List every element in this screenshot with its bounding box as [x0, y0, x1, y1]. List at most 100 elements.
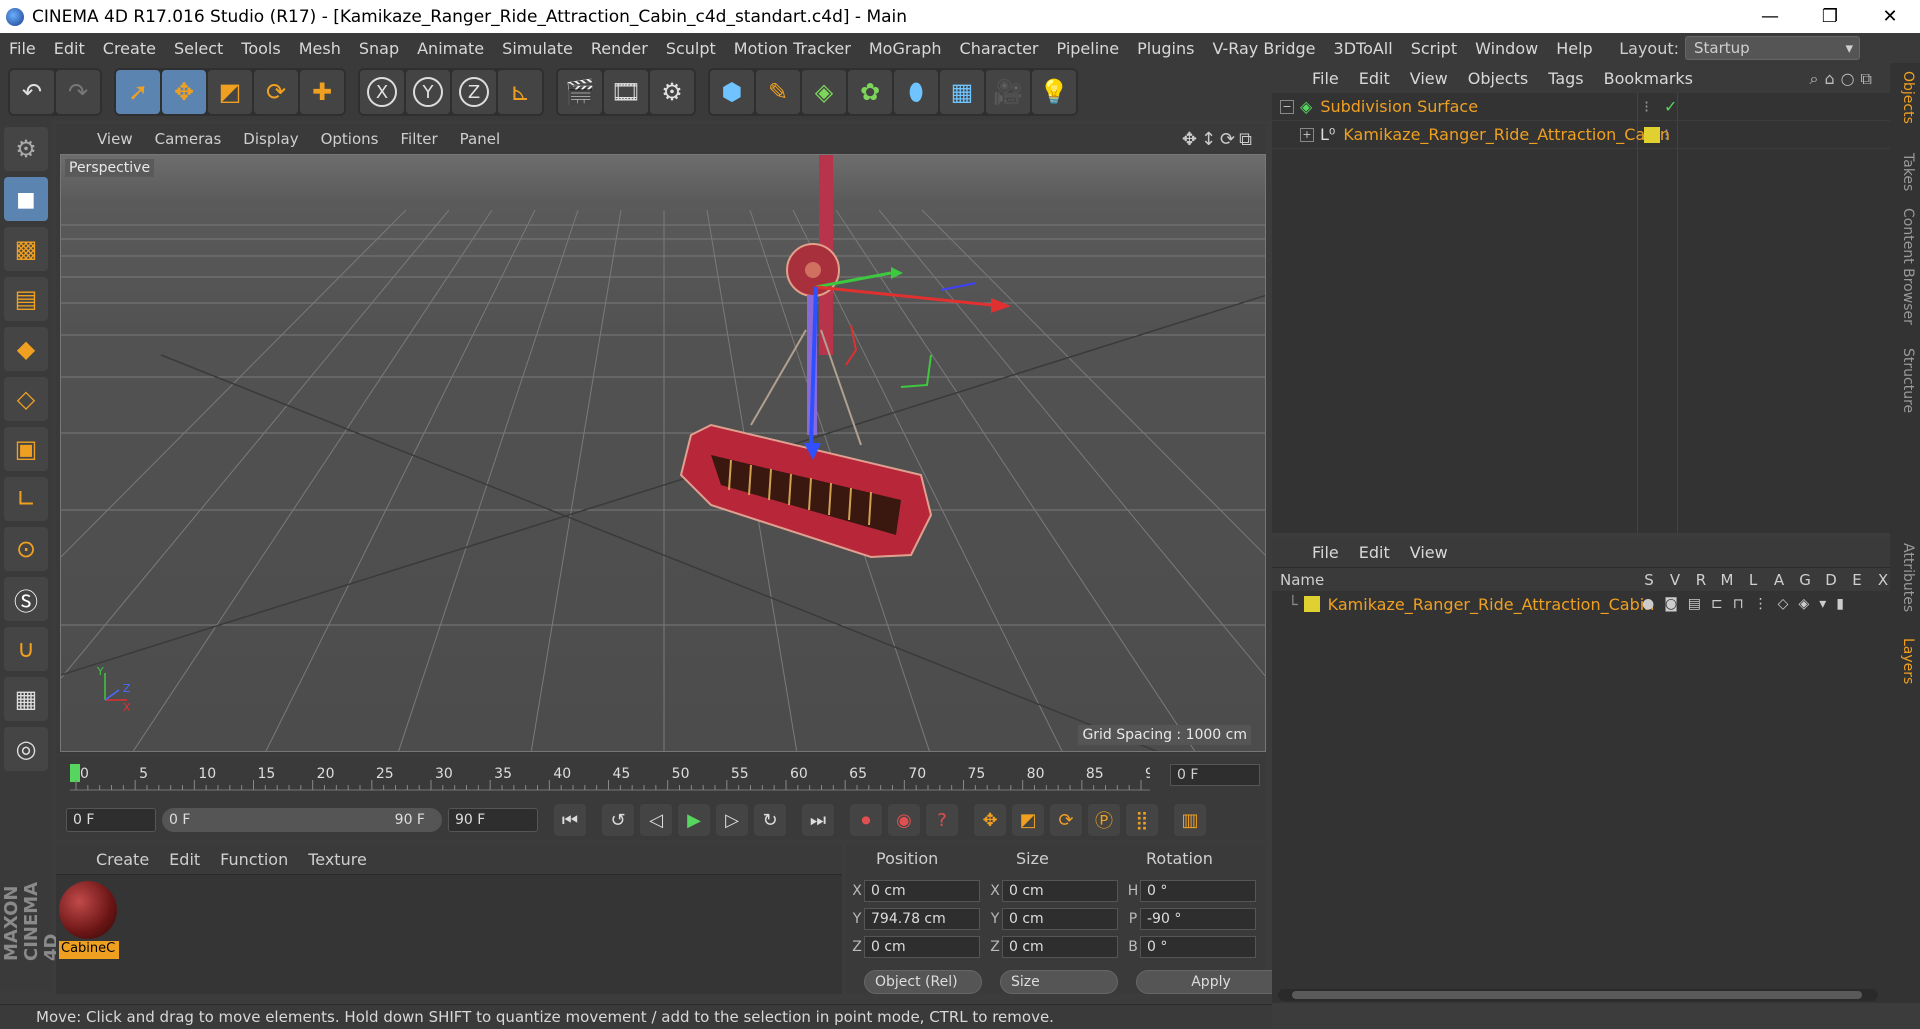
menu-file[interactable]: File: [0, 39, 45, 58]
layer-color-tag[interactable]: [1644, 126, 1660, 143]
menu-window[interactable]: Window: [1466, 39, 1547, 58]
viewport-menu-cameras[interactable]: Cameras: [144, 130, 233, 148]
coordinate-mode-dropdown[interactable]: Object (Rel): [864, 970, 982, 994]
current-frame-field[interactable]: 0 F: [1170, 764, 1260, 786]
object-row-cabin[interactable]: + L⁰ Kamikaze_Ranger_Ride_Attraction_Cab…: [1272, 121, 1890, 149]
object-row-subdivision[interactable]: − ◈ Subdivision Surface ⁝ ✓: [1272, 93, 1890, 121]
viewport-menu-panel[interactable]: Panel: [449, 130, 511, 148]
tab-objects[interactable]: Objects: [1894, 71, 1916, 124]
render-picture-viewer-icon[interactable]: 🎞: [604, 70, 648, 114]
menu-script[interactable]: Script: [1402, 39, 1466, 58]
axis-z-lock[interactable]: Z: [452, 70, 496, 114]
render-view-icon[interactable]: 🎬: [558, 70, 602, 114]
material-swatch[interactable]: CabineC: [59, 881, 119, 959]
rot-b-field[interactable]: 0 °: [1140, 936, 1256, 958]
frame-range-slider[interactable]: 0 F 90 F: [162, 808, 442, 832]
viewport-nav-icons[interactable]: ✥↕⟳⧉: [1182, 129, 1256, 150]
next-frame-button[interactable]: ▷: [716, 804, 748, 836]
tab-layers[interactable]: Layers: [1894, 638, 1916, 684]
menu-render[interactable]: Render: [582, 39, 657, 58]
autokeying-button[interactable]: ◉: [888, 804, 920, 836]
start-frame-field[interactable]: 0 F: [66, 808, 156, 832]
material-menu-create[interactable]: Create: [86, 850, 159, 869]
lm-menu-view[interactable]: View: [1400, 543, 1458, 562]
menu-plugins[interactable]: Plugins: [1128, 39, 1203, 58]
menu-3dtoall[interactable]: 3DToAll: [1325, 39, 1402, 58]
om-menu-bookmarks[interactable]: Bookmarks: [1594, 69, 1703, 88]
visibility-dots-icon[interactable]: ⁝: [1644, 97, 1649, 116]
pos-y-field[interactable]: 794.78 cm: [864, 908, 980, 930]
previous-frame-button[interactable]: ◁: [640, 804, 672, 836]
size-y-field[interactable]: 0 cm: [1002, 908, 1118, 930]
menu-character[interactable]: Character: [951, 39, 1048, 58]
previous-key-button[interactable]: ↺: [602, 804, 634, 836]
playhead[interactable]: [70, 764, 80, 782]
om-menu-objects[interactable]: Objects: [1458, 69, 1538, 88]
layer-row[interactable]: └ Kamikaze_Ranger_Ride_Attraction_Cabin …: [1272, 591, 1890, 617]
material-menu-function[interactable]: Function: [210, 850, 298, 869]
om-toolbar-icons[interactable]: ⌕⌂○⧉: [1809, 69, 1878, 89]
make-editable-icon[interactable]: ⚙: [4, 127, 48, 171]
coordinate-system-icon[interactable]: ⊾: [498, 70, 542, 114]
viewport-menu-options[interactable]: Options: [310, 130, 390, 148]
viewport-menu-view[interactable]: View: [86, 130, 144, 148]
menu-simulate[interactable]: Simulate: [493, 39, 582, 58]
material-menu-texture[interactable]: Texture: [298, 850, 377, 869]
cube-icon[interactable]: ⬢: [710, 70, 754, 114]
enabled-check-icon[interactable]: ✓: [1664, 97, 1677, 116]
play-button[interactable]: ▶: [678, 804, 710, 836]
expand-icon[interactable]: +: [1300, 127, 1314, 142]
rot-h-field[interactable]: 0 °: [1140, 880, 1256, 902]
size-x-field[interactable]: 0 cm: [1002, 880, 1118, 902]
col-generators[interactable]: G: [1792, 571, 1818, 589]
size-z-field[interactable]: 0 cm: [1002, 936, 1118, 958]
select-arrow-icon[interactable]: ➚: [116, 70, 160, 114]
menu-motion-tracker[interactable]: Motion Tracker: [725, 39, 860, 58]
texture-mode-icon[interactable]: ▩: [4, 227, 48, 271]
model-mode-icon[interactable]: ◼: [4, 177, 48, 221]
lm-menu-file[interactable]: File: [1302, 543, 1349, 562]
mograph-cloner-icon[interactable]: ✿: [848, 70, 892, 114]
minimize-button[interactable]: —: [1740, 6, 1800, 27]
edges-mode-icon[interactable]: ◇: [4, 377, 48, 421]
axis-mode-icon[interactable]: ∟: [4, 477, 48, 521]
col-manager[interactable]: M: [1714, 571, 1740, 589]
col-render[interactable]: R: [1688, 571, 1714, 589]
menu-animate[interactable]: Animate: [408, 39, 493, 58]
tab-content-browser[interactable]: Content Browser: [1894, 208, 1916, 325]
menu-snap[interactable]: Snap: [350, 39, 408, 58]
end-frame-field[interactable]: 90 F: [448, 808, 538, 832]
move-icon[interactable]: ✥: [162, 70, 206, 114]
camera-icon[interactable]: 🎥: [986, 70, 1030, 114]
rotate-icon[interactable]: ⟳: [254, 70, 298, 114]
timeline-ruler[interactable]: 0 5 10 15 20 25 30 35 40 45 50 55 60 65 70 75 80 85 90: [70, 762, 1150, 792]
menu-vray-bridge[interactable]: V-Ray Bridge: [1203, 39, 1324, 58]
workplane-mode-icon[interactable]: ▤: [4, 277, 48, 321]
lm-menu-edit[interactable]: Edit: [1349, 543, 1400, 562]
record-point-level-button[interactable]: ⣿: [1126, 804, 1158, 836]
viewport-menu-display[interactable]: Display: [232, 130, 309, 148]
col-expressions[interactable]: E: [1844, 571, 1870, 589]
close-button[interactable]: ✕: [1860, 6, 1920, 27]
go-to-start-button[interactable]: ⏮: [554, 804, 586, 836]
record-rotation-button[interactable]: ⟳: [1050, 804, 1082, 836]
pos-z-field[interactable]: 0 cm: [864, 936, 980, 958]
layer-flag-icons[interactable]: ●◙▤⊏⊓⋮◇◈▾▮: [1642, 596, 1854, 612]
workplane-icon[interactable]: ◎: [4, 727, 48, 771]
visibility-dots-icon[interactable]: ⁝: [1664, 125, 1669, 144]
maximize-button[interactable]: ❐: [1800, 6, 1860, 27]
subdivision-icon[interactable]: ◈: [802, 70, 846, 114]
col-view[interactable]: V: [1662, 571, 1688, 589]
viewport-menu-filter[interactable]: Filter: [389, 130, 448, 148]
pen-icon[interactable]: ✎: [756, 70, 800, 114]
record-position-button[interactable]: ✥: [974, 804, 1006, 836]
record-parameter-button[interactable]: Ⓟ: [1088, 804, 1120, 836]
tab-takes[interactable]: Takes: [1894, 153, 1916, 191]
points-mode-icon[interactable]: ◆: [4, 327, 48, 371]
redo-icon[interactable]: ↷: [56, 70, 100, 114]
tab-attributes[interactable]: Attributes: [1894, 543, 1916, 612]
layer-color-swatch[interactable]: [1303, 596, 1320, 612]
size-mode-dropdown[interactable]: Size: [1000, 970, 1118, 994]
om-menu-edit[interactable]: Edit: [1349, 69, 1400, 88]
om-menu-tags[interactable]: Tags: [1538, 69, 1593, 88]
